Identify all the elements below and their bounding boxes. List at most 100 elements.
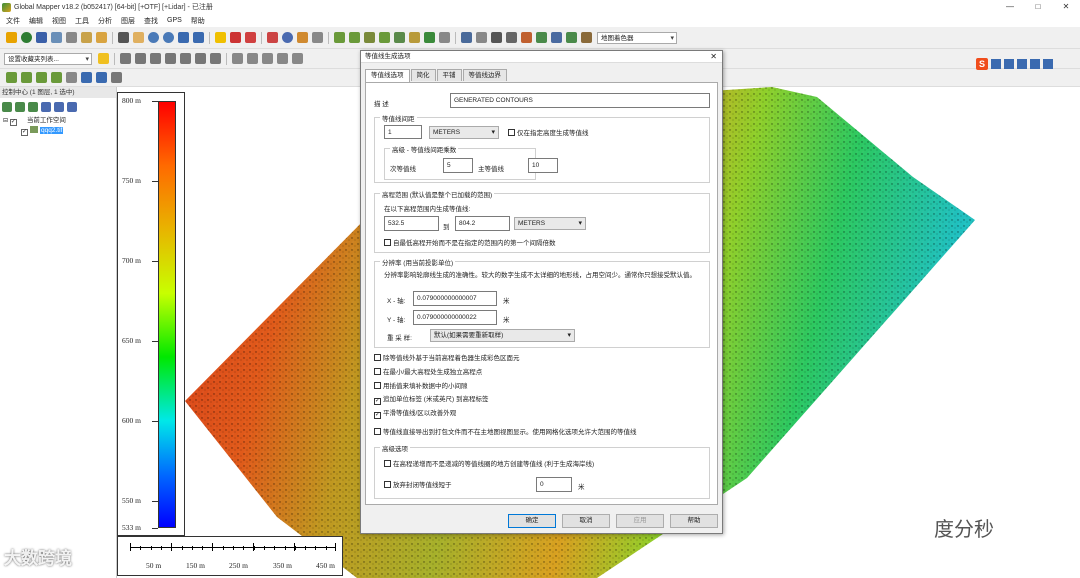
menu-file[interactable]: 文件: [6, 16, 20, 26]
layer-tool-icon-4[interactable]: [41, 102, 51, 112]
option-checkbox[interactable]: [374, 368, 381, 375]
menu-help[interactable]: 帮助: [191, 16, 205, 26]
option-direct-export[interactable]: 等值线直接导出到打包文件而不在主地图视图显示。使用网格化选项允许大范围的等值线: [374, 428, 637, 437]
terrain-icon-1[interactable]: [334, 32, 345, 43]
line-icon-4[interactable]: [165, 53, 176, 64]
start-lowest-checkbox[interactable]: 自最低高程开始而不是在指定的范围内的第一个间隔倍数: [384, 239, 556, 248]
tab-contour-options[interactable]: 等值线选项: [365, 69, 410, 82]
ok-button[interactable]: 确定: [508, 514, 556, 528]
menu-view[interactable]: 视图: [52, 16, 66, 26]
terrain-icon-6[interactable]: [424, 32, 435, 43]
vertex-icon-1[interactable]: [232, 53, 243, 64]
option-checkbox[interactable]: [374, 382, 381, 389]
vertex-icon-2[interactable]: [247, 53, 258, 64]
workspace-checkbox[interactable]: ✓: [9, 119, 17, 126]
option-checkbox[interactable]: ✓: [374, 412, 381, 419]
tool-icon-8[interactable]: [111, 72, 122, 83]
view-icon[interactable]: [506, 32, 517, 43]
line-icon-5[interactable]: [180, 53, 191, 64]
menu-layer[interactable]: 图层: [121, 16, 135, 26]
tree-icon-3[interactable]: [36, 72, 47, 83]
elevation-icon-1[interactable]: [536, 32, 547, 43]
tab-contour-bounds[interactable]: 等值线边界: [462, 69, 507, 81]
line-icon-6[interactable]: [195, 53, 206, 64]
menu-search[interactable]: 查找: [144, 16, 158, 26]
layers-icon[interactable]: [81, 32, 92, 43]
pan-icon[interactable]: [133, 32, 144, 43]
tool-icon-6[interactable]: [81, 72, 92, 83]
interval-input[interactable]: 1: [384, 125, 422, 139]
menu-gps[interactable]: GPS: [167, 17, 182, 24]
tree-icon-4[interactable]: [51, 72, 62, 83]
option-unit-labels[interactable]: ✓ 追加单位标签 (米或英尺) 到高程标签: [374, 396, 488, 405]
info-icon[interactable]: [282, 32, 293, 43]
elevation-icon-3[interactable]: [566, 32, 577, 43]
layer-checkbox[interactable]: ✓: [21, 129, 28, 136]
open-folder-icon[interactable]: [6, 32, 17, 43]
tool-icon-7[interactable]: [96, 72, 107, 83]
resample-select[interactable]: 默认(如果需要重新取样): [430, 329, 575, 342]
slope-icon[interactable]: [521, 32, 532, 43]
zoom-in-icon[interactable]: [148, 32, 159, 43]
terrain-icon-2[interactable]: [349, 32, 360, 43]
ime-icon-2[interactable]: [1004, 59, 1014, 69]
ime-icon-5[interactable]: [1043, 59, 1053, 69]
minimize-button[interactable]: —: [996, 0, 1024, 14]
terrain-icon-3[interactable]: [364, 32, 375, 43]
help-button[interactable]: 帮助: [670, 514, 718, 528]
coastline-checkbox[interactable]: 在高程递增而不是递减的等值线圈的地方创建等值线 (利于生成海岸线): [384, 460, 594, 469]
dialog-close-button[interactable]: ✕: [710, 51, 717, 63]
tab-simplify[interactable]: 简化: [410, 69, 436, 81]
bookmark-icon[interactable]: [267, 32, 278, 43]
layer-tool-icon-6[interactable]: [67, 102, 77, 112]
option-color-areas[interactable]: 除等值线外基于当前高程着色器生成彩色区面元: [374, 354, 520, 363]
sogou-icon[interactable]: S: [976, 58, 988, 70]
ime-icon-3[interactable]: [1017, 59, 1027, 69]
path-icon[interactable]: [297, 32, 308, 43]
range-unit-select[interactable]: METERS: [514, 217, 586, 230]
option-checkbox[interactable]: [374, 354, 381, 361]
terrain-icon-4[interactable]: [379, 32, 390, 43]
layer-tool-icon-5[interactable]: [54, 102, 64, 112]
tree-item-workspace[interactable]: ⊟ ✓ 当前工作空间: [3, 116, 116, 126]
close-button[interactable]: ✕: [1052, 0, 1080, 14]
tree-icon-1[interactable]: [6, 72, 17, 83]
interval-unit-select[interactable]: METERS: [429, 126, 499, 139]
apply-button[interactable]: 应用: [616, 514, 664, 528]
camera-icon[interactable]: [312, 32, 323, 43]
maximize-button[interactable]: □: [1024, 0, 1052, 14]
option-checkbox[interactable]: ✓: [374, 398, 381, 405]
measure-icon[interactable]: [230, 32, 241, 43]
tree-item-layer[interactable]: ✓ qqq2.tif: [3, 126, 116, 136]
range-to-input[interactable]: 804.2: [455, 216, 510, 231]
option-checkbox[interactable]: [374, 428, 381, 435]
favorites-select[interactable]: 设置收藏夹列表...: [4, 52, 92, 65]
shader-select[interactable]: 地图着色器: [597, 31, 677, 44]
sun-icon[interactable]: [409, 32, 420, 43]
dropper-icon[interactable]: [476, 32, 487, 43]
zoom-out-icon[interactable]: [163, 32, 174, 43]
option-smooth[interactable]: ✓ 平滑等值线/区以改善外观: [374, 410, 456, 419]
short-length-input[interactable]: 0: [536, 477, 572, 492]
line-icon-1[interactable]: [120, 53, 131, 64]
layer-tool-icon-3[interactable]: [28, 102, 38, 112]
print-icon[interactable]: [51, 32, 62, 43]
delete-icon[interactable]: [245, 32, 256, 43]
description-input[interactable]: GENERATED CONTOURS: [450, 93, 710, 108]
vertex-icon-4[interactable]: [277, 53, 288, 64]
line-icon-2[interactable]: [135, 53, 146, 64]
back-icon[interactable]: [178, 32, 189, 43]
option-spot-heights[interactable]: 在最小/最大高程处生成独立高程点: [374, 368, 482, 377]
menu-tools[interactable]: 工具: [75, 16, 89, 26]
settings-icon[interactable]: [66, 32, 77, 43]
ime-icon-4[interactable]: [1030, 59, 1040, 69]
minor-input[interactable]: 5: [443, 158, 473, 173]
x-axis-input[interactable]: 0.079000000000007: [413, 291, 497, 306]
only-specified-checkbox[interactable]: 仅在指定高度生成等值线: [508, 129, 589, 138]
close-tool-icon[interactable]: [439, 32, 450, 43]
terrain-icon-5[interactable]: [394, 32, 405, 43]
vertex-icon-3[interactable]: [262, 53, 273, 64]
option-fill-gaps[interactable]: 用插值来填补数据中的小间隙: [374, 382, 468, 391]
tool-icon[interactable]: [96, 32, 107, 43]
add-layer-icon[interactable]: [2, 102, 12, 112]
